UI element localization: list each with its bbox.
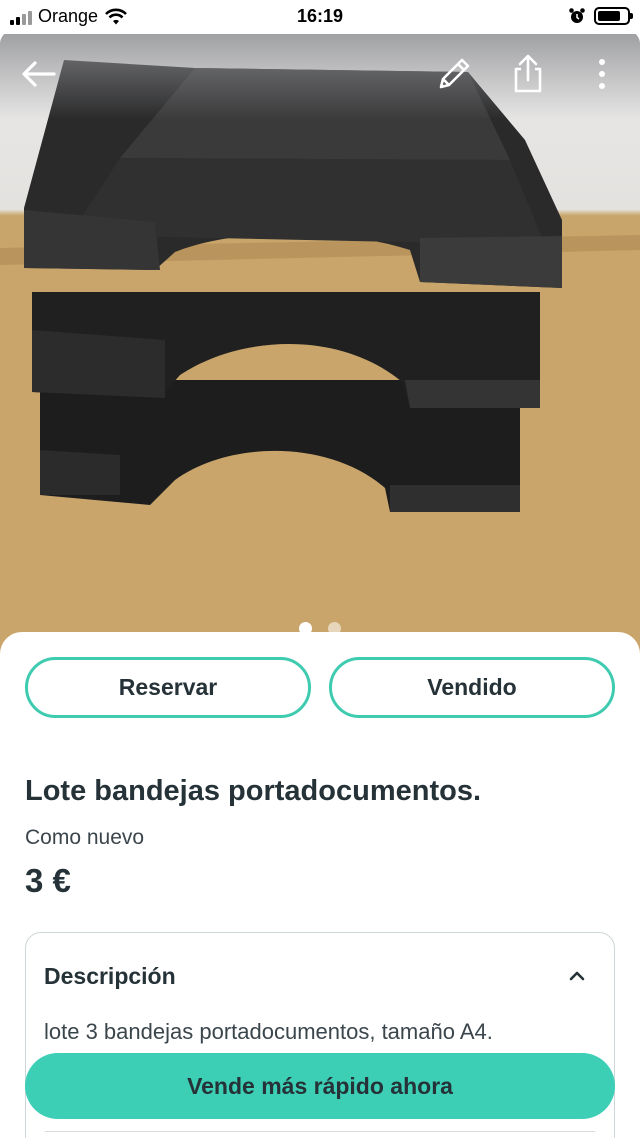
reserve-button[interactable]: Reservar (25, 657, 311, 718)
product-details-sheet: Reservar Vendido Lote bandejas portadocu… (0, 632, 640, 1138)
seller-actions: Reservar Vendido (25, 657, 615, 718)
letter-trays-illustration (0, 30, 640, 670)
alarm-icon (569, 8, 585, 23)
back-button[interactable] (16, 52, 60, 96)
sell-faster-button[interactable]: Vende más rápido ahora (25, 1053, 615, 1119)
description-heading: Descripción (44, 963, 176, 989)
divider (45, 1131, 595, 1132)
status-right (568, 7, 633, 25)
status-bar: Orange 16:19 (0, 0, 640, 34)
collapse-description-button[interactable] (566, 965, 588, 987)
arrow-left-icon (22, 61, 56, 87)
status-time: 16:19 (296, 6, 344, 26)
product-title: Lote bandejas portadocumentos. (25, 775, 481, 807)
battery-icon (594, 7, 633, 25)
chevron-up-icon (569, 971, 585, 981)
pencil-icon (439, 58, 470, 89)
description-text: lote 3 bandejas portadocumentos, tamaño … (44, 1019, 493, 1044)
product-photo[interactable] (0, 30, 640, 670)
edit-button[interactable] (432, 52, 476, 96)
more-vertical-icon (599, 59, 605, 89)
sold-button[interactable]: Vendido (329, 657, 615, 718)
more-options-button[interactable] (580, 52, 624, 96)
share-button[interactable] (506, 52, 550, 96)
share-icon (514, 54, 542, 93)
photo-header-actions (0, 30, 640, 120)
product-price: 3 € (25, 862, 71, 899)
product-condition: Como nuevo (25, 826, 145, 849)
